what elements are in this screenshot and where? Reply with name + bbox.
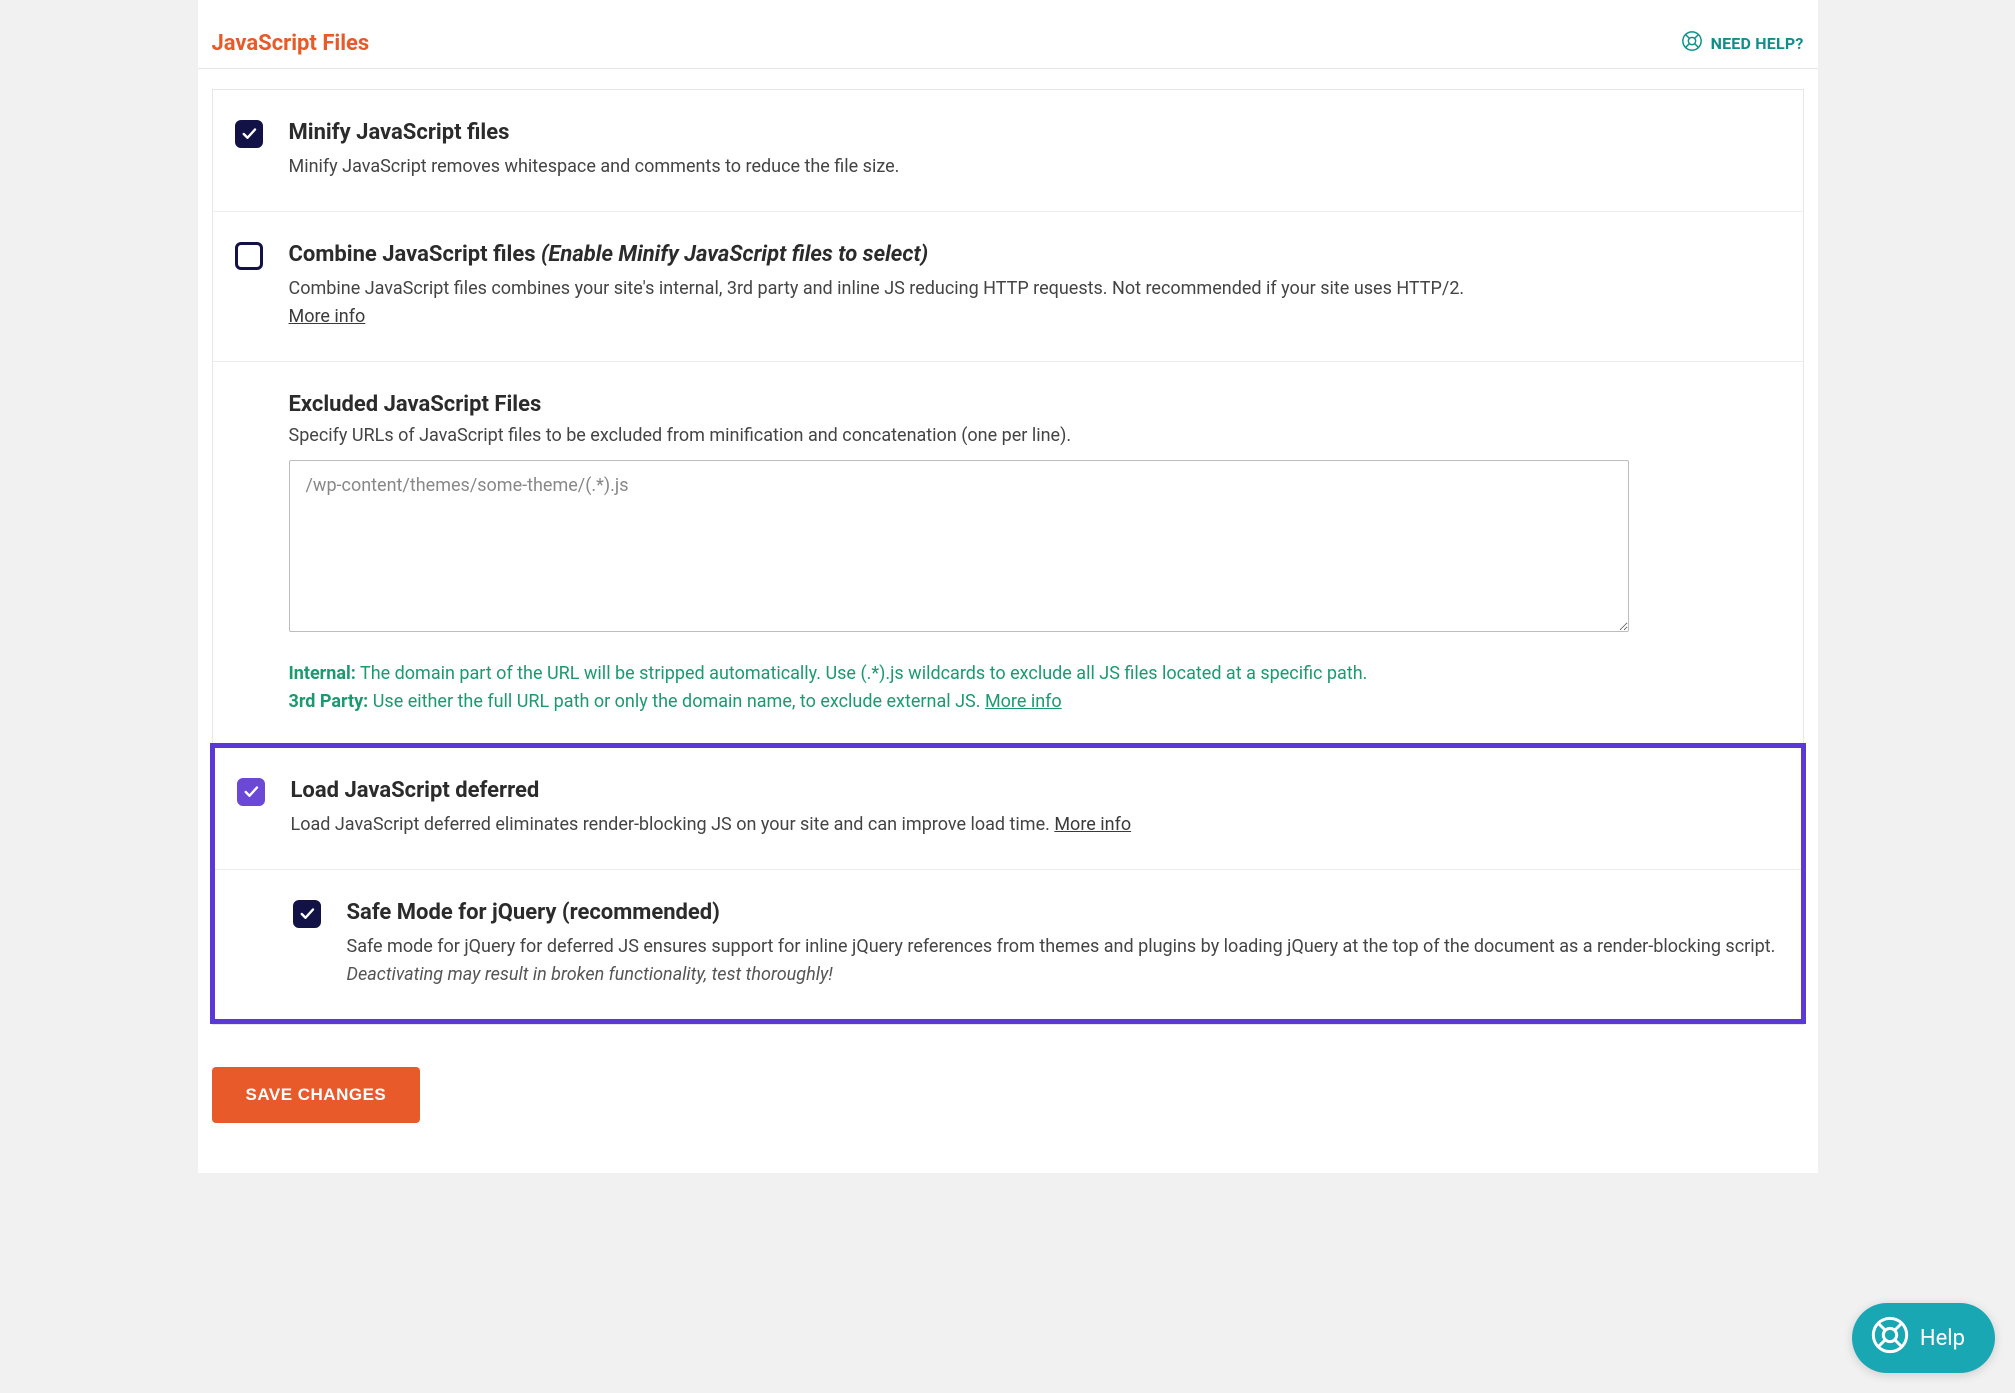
minify-js-desc: Minify JavaScript removes whitespace and… [289,153,1781,181]
combine-js-title: Combine JavaScript files (Enable Minify … [289,242,1781,267]
help-bubble-button[interactable]: Help [1852,1303,1995,1373]
excluded-js-block: Excluded JavaScript Files Specify URLs o… [213,362,1803,747]
combine-js-desc: Combine JavaScript files combines your s… [289,275,1781,331]
safe-mode-checkbox[interactable] [293,900,321,928]
excluded-js-title: Excluded JavaScript Files [289,392,1781,417]
minify-js-title: Minify JavaScript files [289,120,1781,145]
defer-highlight-box: Load JavaScript deferred Load JavaScript… [210,743,1806,1024]
minify-js-row: Minify JavaScript files Minify JavaScrip… [213,90,1803,212]
save-changes-button[interactable]: SAVE CHANGES [212,1067,421,1123]
help-bubble-label: Help [1920,1326,1965,1351]
defer-more-info-link[interactable]: More info [1054,814,1131,835]
defer-js-checkbox[interactable] [237,778,265,806]
defer-js-desc: Load JavaScript deferred eliminates rend… [291,811,1779,839]
safe-mode-desc: Safe mode for jQuery for deferred JS ens… [347,933,1779,989]
combine-js-row: Combine JavaScript files (Enable Minify … [213,212,1803,362]
life-ring-icon [1870,1315,1910,1361]
excluded-js-desc: Specify URLs of JavaScript files to be e… [289,425,1781,446]
excluded-js-textarea[interactable] [289,460,1629,632]
need-help-label: NEED HELP? [1711,34,1804,53]
combine-more-info-link[interactable]: More info [289,306,366,327]
excluded-more-info-link[interactable]: More info [985,691,1062,712]
life-ring-icon [1681,30,1703,56]
defer-js-title: Load JavaScript deferred [291,778,1779,803]
excluded-js-notes: Internal: The domain part of the URL wil… [289,660,1781,716]
minify-js-checkbox[interactable] [235,120,263,148]
safe-mode-title: Safe Mode for jQuery (recommended) [347,900,1779,925]
need-help-link[interactable]: NEED HELP? [1681,30,1804,56]
section-title: JavaScript Files [212,31,370,56]
js-files-panel: Minify JavaScript files Minify JavaScrip… [212,89,1804,1025]
combine-js-checkbox[interactable] [235,242,263,270]
defer-js-row: Load JavaScript deferred Load JavaScript… [215,748,1801,870]
safe-mode-row: Safe Mode for jQuery (recommended) Safe … [215,870,1801,1019]
